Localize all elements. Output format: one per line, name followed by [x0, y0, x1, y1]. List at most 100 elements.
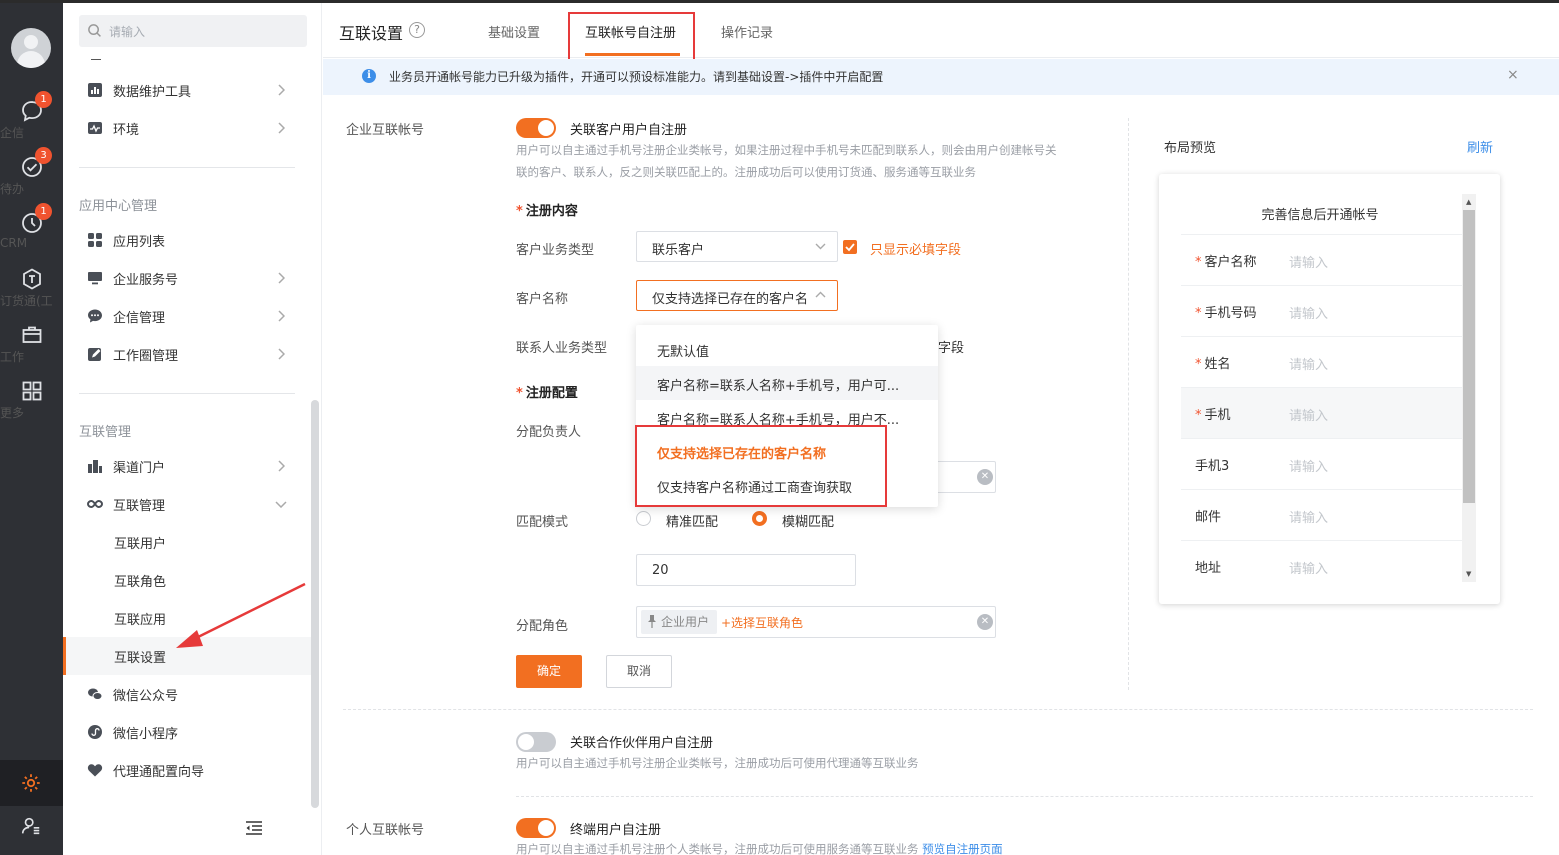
chevron-down-icon — [275, 501, 287, 508]
sidebar-item-label: 企业服务号 — [113, 273, 179, 288]
toggle-terminal-description: 用户可以自主通过手机号注册个人类帐号，注册成功后可使用服务通等互联业务 预览自注… — [516, 842, 1003, 855]
customer-name-select[interactable]: 仅支持选择已存在的客户名 — [636, 280, 838, 311]
preview-scrollbar-thumb[interactable] — [1463, 210, 1475, 503]
heart-icon — [87, 764, 103, 777]
scroll-up-icon[interactable]: ▲ — [1466, 198, 1471, 206]
toggle-terminal-self-register[interactable] — [516, 818, 556, 838]
preview-registration-link[interactable]: 预览自注册页面 — [922, 842, 1003, 855]
section-divider — [343, 709, 1533, 710]
toggle-partner-self-register[interactable] — [516, 732, 556, 752]
clear-role-icon[interactable]: ✕ — [977, 614, 993, 630]
contact-only-required-label[interactable]: 字段 — [938, 337, 964, 356]
sidebar-item-app-list[interactable]: 应用列表 — [63, 221, 311, 259]
preview-row: * 姓名 请输入 — [1181, 336, 1464, 387]
match-exact-radio[interactable] — [636, 511, 651, 526]
tab-basic-settings[interactable]: 基础设置 — [488, 22, 540, 41]
order-icon — [22, 268, 41, 290]
wechat-icon — [88, 688, 103, 700]
customer-type-select[interactable]: 联乐客户 — [636, 231, 838, 262]
sidebar-item-label: 环境 — [113, 123, 140, 138]
close-banner-icon[interactable]: × — [1507, 67, 1519, 83]
truncated-item-marker — [91, 59, 101, 60]
dropdown-option[interactable]: 无默认值 — [636, 332, 938, 366]
rail-settings-button[interactable] — [0, 760, 63, 806]
rail-label: CRM — [0, 236, 28, 250]
match-fuzzy-radio[interactable] — [752, 511, 767, 526]
sidebar-item-agent-wizard[interactable]: 代理通配置向导 — [63, 751, 311, 789]
sidebar-item-channel-portal[interactable]: 渠道门户 — [63, 447, 311, 485]
preview-row: 邮件 请输入 — [1181, 489, 1464, 540]
chevron-right-icon — [278, 122, 285, 134]
cancel-button[interactable]: 取消 — [606, 655, 672, 688]
briefcase-icon — [22, 326, 41, 343]
toggle-terminal-self-register-label: 终端用户自注册 — [570, 823, 662, 838]
sidebar-group-interconnect: 互联管理 — [79, 425, 132, 440]
toggle-customer-self-register-label: 关联客户用户自注册 — [570, 123, 688, 138]
tab-operation-log[interactable]: 操作记录 — [721, 22, 773, 41]
sidebar-divider — [79, 167, 295, 168]
sidebar-subitem-settings[interactable]: 互联设置 — [63, 637, 311, 675]
match-exact-label[interactable]: 精准匹配 — [666, 511, 718, 530]
registration-content-title: * 注册内容 — [516, 204, 578, 219]
sidebar-item-interconnect-manage[interactable]: 互联管理 — [63, 485, 311, 523]
sidebar-item-wechat-miniprogram[interactable]: 微信小程序 — [63, 713, 311, 751]
sidebar-item-label: 互联用户 — [114, 537, 167, 552]
rail-item-order[interactable]: 订货通(工 — [0, 267, 63, 321]
sidebar-item-label: 互联应用 — [114, 613, 167, 628]
scroll-down-icon[interactable]: ▼ — [1466, 570, 1471, 578]
rail-item-todo[interactable]: 待办 3 — [0, 147, 63, 209]
layout-preview-title: 布局预览 — [1164, 141, 1217, 156]
sidebar-item-label: 互联管理 — [113, 499, 166, 514]
only-required-checkbox[interactable] — [843, 240, 857, 254]
sidebar-item-label: 代理通配置向导 — [113, 765, 205, 780]
rail-user-button[interactable] — [0, 813, 63, 843]
sidebar-item-env[interactable]: 环境 — [63, 109, 311, 147]
sidebar-item-service-account[interactable]: 企业服务号 — [63, 259, 311, 297]
dropdown-option[interactable]: 客户名称=联系人名称+手机号，用户可... — [636, 366, 938, 400]
toggle-partner-description: 用户可以自主通过手机号注册企业类帐号，注册成功后可使用代理通等互联业务 — [516, 756, 919, 770]
help-icon[interactable]: ? — [409, 22, 425, 38]
info-icon: i — [362, 69, 376, 83]
page-header: 互联设置 ? 基础设置 互联帐号自注册 操作记录 — [323, 3, 1559, 62]
match-fuzzy-label[interactable]: 模糊匹配 — [782, 511, 834, 530]
rail-item-more[interactable]: 更多 — [0, 379, 63, 433]
match-threshold-input[interactable]: 20 — [636, 554, 856, 586]
info-banner: i 业务员开通帐号能力已升级为插件，开通可以预设标准能力。请到基础设置->插件中… — [323, 59, 1559, 95]
sidebar-scrollbar[interactable] — [311, 400, 319, 808]
toggle-partner-self-register-label: 关联合作伙伴用户自注册 — [570, 736, 714, 751]
sidebar-item-wechat-official[interactable]: 微信公众号 — [63, 675, 311, 713]
toggle-customer-description: 用户可以自主通过手机号注册企业类帐号，如果注册过程中手机号未匹配到联系人，则会由… — [516, 143, 1057, 179]
search-input[interactable]: 请输入 — [109, 23, 145, 40]
assign-owner-label: 分配负责人 — [516, 425, 582, 440]
refresh-link[interactable]: 刷新 — [1467, 137, 1493, 156]
sidebar-subitem-apps[interactable]: 互联应用 — [63, 599, 311, 637]
sidebar-item-qixin-manage[interactable]: 企信管理 — [63, 297, 311, 335]
preview-row: * 客户名称 请输入 — [1181, 234, 1464, 285]
avatar[interactable] — [11, 28, 51, 68]
rail-label: 待办 — [0, 182, 25, 196]
collapse-sidebar-icon[interactable] — [245, 821, 263, 835]
sidebar-item-workcircle[interactable]: 工作圈管理 — [63, 335, 311, 373]
only-required-label[interactable]: 只显示必填字段 — [870, 239, 961, 258]
sidebar-subitem-users[interactable]: 互联用户 — [63, 523, 311, 561]
sidebar-subitem-roles[interactable]: 互联角色 — [63, 561, 311, 599]
sidebar-item-data-tools[interactable]: 数据维护工具 — [63, 71, 311, 109]
toggle-customer-self-register[interactable] — [516, 118, 556, 138]
customer-name-label: 客户名称 — [516, 292, 569, 307]
confirm-button[interactable]: 确定 — [516, 655, 582, 688]
clear-owner-icon[interactable]: ✕ — [977, 469, 993, 485]
edit-icon — [88, 348, 101, 361]
annotation-box-dropdown — [635, 425, 887, 507]
sidebar-search[interactable]: 请输入 — [79, 15, 307, 47]
crm-badge: 1 — [35, 203, 52, 220]
rail-item-work[interactable]: 工作 — [0, 323, 63, 377]
gear-icon — [22, 774, 40, 792]
sidebar-item-label: 微信小程序 — [113, 727, 179, 742]
rail-item-crm[interactable]: CRM 1 — [0, 203, 63, 265]
add-role-link[interactable]: +选择互联角色 — [721, 614, 803, 631]
preview-row: 地址 请输入 — [1181, 540, 1464, 591]
unread-badge: 1 — [35, 91, 52, 108]
chevron-right-icon — [278, 348, 285, 360]
rail-item-qixin[interactable]: 企信 1 — [0, 91, 63, 153]
building-icon — [88, 460, 102, 473]
